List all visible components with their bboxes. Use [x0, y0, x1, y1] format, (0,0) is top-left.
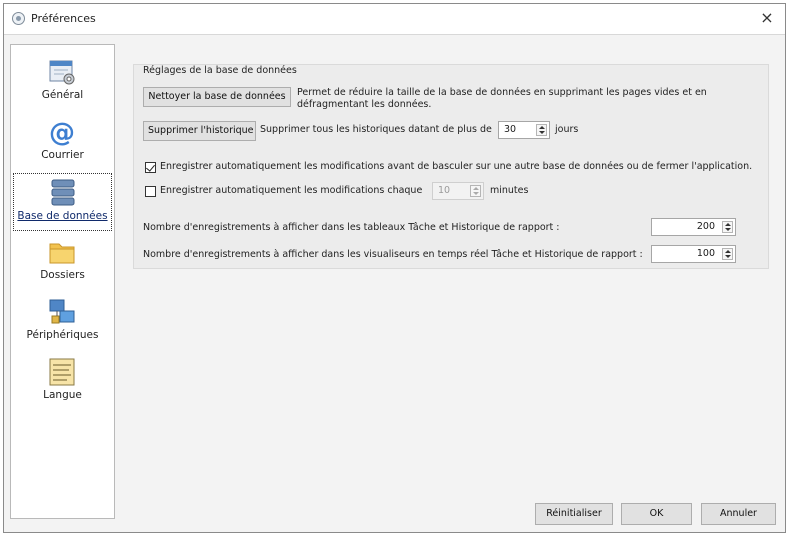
ok-button[interactable]: OK	[621, 503, 692, 525]
folder-icon	[49, 243, 75, 264]
sidebar-item-database[interactable]: Base de données	[13, 173, 112, 231]
cancel-button[interactable]: Annuler	[701, 503, 776, 525]
section-title: Réglages de la base de données	[143, 65, 297, 76]
records-viewer-stepper[interactable]: 100	[651, 245, 736, 263]
records-table-label: Nombre d'enregistrements à afficher dans…	[143, 222, 560, 233]
sidebar-item-label: Général	[41, 89, 84, 101]
language-icon	[49, 358, 75, 386]
devices-icon	[49, 299, 75, 324]
clean-database-button[interactable]: Nettoyer la base de données	[143, 87, 291, 107]
spin-arrows-icon[interactable]	[536, 124, 547, 136]
autosave-interval-stepper[interactable]: 10	[432, 182, 484, 200]
calendar-settings-icon	[49, 60, 75, 85]
delete-history-button[interactable]: Supprimer l'historique	[143, 121, 256, 141]
sidebar-item-mail[interactable]: @ Courrier	[13, 113, 112, 171]
database-icon	[51, 179, 75, 206]
category-sidebar: Général @ Courrier Base de données Dossi…	[10, 44, 115, 519]
clean-description-line1: Permet de réduire la taille de la base d…	[297, 87, 707, 98]
spin-arrows-icon[interactable]	[722, 248, 733, 260]
autosave-interval-checkbox[interactable]	[145, 186, 156, 197]
spin-arrows-icon[interactable]	[470, 185, 481, 197]
records-viewer-label: Nombre d'enregistrements à afficher dans…	[143, 249, 643, 260]
sidebar-item-label: Courrier	[41, 149, 84, 161]
records-table-stepper[interactable]: 200	[651, 218, 736, 236]
autosave-interval-suffix: minutes	[490, 185, 529, 196]
at-sign-icon: @	[49, 118, 75, 147]
window-title: Préférences	[31, 12, 96, 25]
spin-arrows-icon[interactable]	[722, 221, 733, 233]
delete-history-prefix: Supprimer tous les historiques datant de…	[260, 124, 492, 135]
sidebar-item-label: Dossiers	[40, 269, 85, 281]
records-viewer-value: 100	[696, 248, 715, 259]
reset-button[interactable]: Réinitialiser	[535, 503, 613, 525]
autosave-interval-value: 10	[438, 185, 451, 196]
sidebar-item-general[interactable]: Général	[13, 53, 112, 111]
sidebar-item-label: Langue	[43, 389, 82, 401]
svg-text:@: @	[49, 118, 75, 147]
records-table-value: 200	[696, 221, 715, 232]
preferences-gear-icon	[12, 12, 25, 25]
autosave-on-switch-label: Enregistrer automatiquement les modifica…	[160, 161, 753, 172]
sidebar-item-devices[interactable]: Périphériques	[13, 293, 112, 351]
sidebar-item-language[interactable]: Langue	[13, 353, 112, 411]
sidebar-item-folders[interactable]: Dossiers	[13, 233, 112, 291]
title-bar: Préférences ×	[4, 4, 785, 35]
history-days-value: 30	[504, 124, 517, 135]
delete-history-suffix: jours	[555, 124, 579, 135]
history-days-stepper[interactable]: 30	[498, 121, 550, 139]
autosave-on-switch-checkbox[interactable]	[145, 162, 156, 173]
sidebar-item-label: Périphériques	[26, 329, 99, 341]
close-button[interactable]: ×	[757, 8, 777, 28]
clean-description-line2: défragmentant les données.	[297, 99, 432, 110]
sidebar-item-label: Base de données	[17, 210, 108, 222]
autosave-interval-label: Enregistrer automatiquement les modifica…	[160, 185, 423, 196]
